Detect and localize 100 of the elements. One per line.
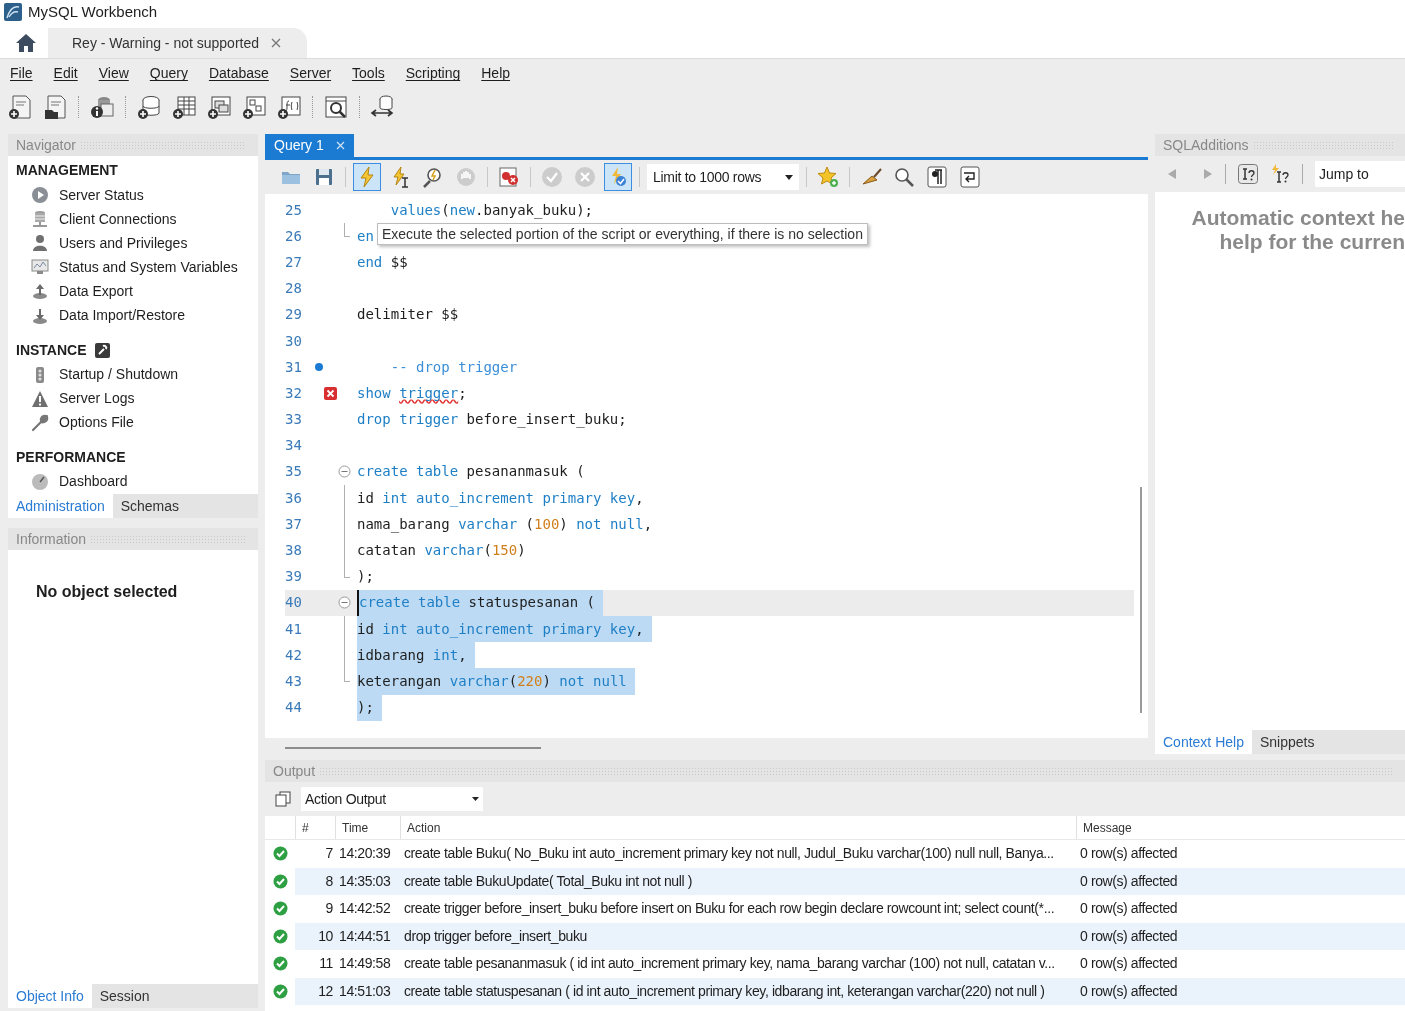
table-cell-text: 14:42:52 [338, 899, 392, 919]
line-number: 43 [285, 671, 303, 691]
column-header[interactable]: # [295, 816, 335, 839]
manual-help-icon[interactable] [1238, 164, 1258, 184]
table-cell-text: 0 row(s) affected [1079, 926, 1179, 946]
line-number: 25 [285, 200, 303, 220]
navigator-item[interactable]: Options File [16, 410, 250, 435]
output-mode-dropdown[interactable]: Action Output [301, 787, 483, 811]
window-title: MySQL Workbench [28, 1, 158, 22]
table-cell-text: create table pesananmasuk ( id int auto_increment primary key, nama_barang varchar (100) not null, catatan v... [403, 954, 1056, 974]
panel-tab[interactable]: Administration [8, 494, 113, 518]
table-cell-text: 14:49:58 [338, 954, 392, 974]
panel-tab[interactable]: Object Info [8, 984, 92, 1008]
navigator-item[interactable]: Client Connections [16, 207, 250, 232]
menu-item[interactable]: Tools [352, 63, 385, 84]
panel-title: Information [16, 529, 87, 549]
info-message: No object selected [36, 582, 179, 602]
scrollbar-thumb[interactable] [285, 747, 541, 749]
dropdown-arrow-icon [472, 797, 479, 801]
menu-item[interactable]: Query [149, 63, 188, 84]
tab-label: Rey - Warning - not supported [72, 33, 259, 53]
table-cell-text: 10 [317, 926, 334, 946]
table-cell-text: 0 row(s) affected [1079, 981, 1179, 1001]
navigator-item[interactable]: Status and System Variables [16, 255, 250, 280]
new-table-icon[interactable] [171, 94, 197, 120]
panel-title: Navigator [16, 135, 76, 155]
menu-item[interactable]: Database [208, 63, 269, 84]
menu-item[interactable]: Scripting [405, 63, 461, 84]
column-header[interactable]: Action [400, 816, 1076, 839]
table-cell-text: 0 row(s) affected [1079, 871, 1179, 891]
schema-info-icon[interactable] [89, 94, 115, 120]
menu-item[interactable]: Server [289, 63, 332, 84]
navigator-item[interactable]: Data Export [16, 279, 250, 304]
help-text: help for the curren [1219, 230, 1405, 254]
navigator-item[interactable]: Users and Privileges [16, 231, 250, 256]
navigator-item[interactable]: Server Status [16, 183, 250, 208]
table-cell-text: create table statuspesanan ( id int auto_increment primary key, idbarang int, keterangan varchar(220) not null ) [403, 981, 1046, 1001]
column-header[interactable]: Time [335, 816, 400, 839]
search-table-icon[interactable] [323, 94, 349, 120]
scrollbar-thumb[interactable] [1140, 487, 1142, 713]
pilcrow-icon [926, 166, 948, 188]
line-number: 35 [285, 462, 303, 482]
navigator-item[interactable]: Data Import/Restore [16, 303, 250, 328]
connection-tab[interactable]: Rey - Warning - not supported [48, 28, 307, 58]
new-routine-icon[interactable] [241, 94, 267, 120]
fold-toggle-icon[interactable] [338, 464, 351, 478]
section-heading: INSTANCE [16, 340, 87, 360]
new-view-icon[interactable] [206, 94, 232, 120]
line-number: 37 [285, 514, 303, 534]
upload-icon [31, 282, 49, 301]
line-number: 32 [285, 383, 303, 403]
line-number: 30 [285, 331, 303, 351]
navigator-item[interactable]: Server Logs [16, 386, 250, 411]
panel-tab[interactable]: Context Help [1155, 730, 1252, 754]
line-number: 27 [285, 252, 303, 272]
line-number: 36 [285, 488, 303, 508]
table-cell-text: 11 [318, 954, 334, 974]
gauge-icon [31, 472, 49, 491]
table-cell-text: 14:35:03 [338, 871, 392, 891]
reconnect-icon[interactable] [370, 94, 396, 120]
navigator-item[interactable]: Dashboard [16, 469, 250, 494]
close-icon[interactable] [271, 38, 281, 48]
monitor-icon [31, 258, 49, 277]
stop-on-error-icon [498, 166, 520, 188]
user-icon [31, 234, 49, 253]
play-circle-icon [31, 186, 49, 205]
table-cell-text: 8 [324, 871, 334, 891]
menu-item[interactable]: Edit [53, 63, 78, 84]
table-cell-text: 14:20:39 [338, 844, 392, 864]
line-number: 44 [285, 698, 303, 718]
menu-item[interactable]: File [10, 63, 33, 84]
query-tab[interactable]: Query 1 [265, 134, 354, 157]
navigator-item[interactable]: Startup / Shutdown [16, 362, 250, 387]
table-cell-text: 14:44:51 [338, 926, 392, 946]
check-circle-icon [541, 166, 563, 188]
limit-dropdown[interactable]: Limit to 1000 rows [647, 164, 799, 190]
warning-icon [31, 389, 49, 408]
table-cell-text: 0 row(s) affected [1079, 899, 1179, 919]
auto-help-icon[interactable] [1270, 164, 1290, 184]
line-number: 26 [285, 226, 303, 246]
new-function-icon[interactable] [276, 94, 302, 120]
help-text: Automatic context he [1191, 206, 1405, 230]
open-file-icon[interactable] [42, 94, 68, 120]
jump-to-dropdown[interactable]: Jump to [1315, 161, 1405, 187]
menu-item[interactable]: Help [481, 63, 511, 84]
new-file-icon[interactable] [7, 94, 33, 120]
cancel-circle-icon [574, 166, 596, 188]
fold-toggle-icon[interactable] [338, 595, 351, 609]
table-cell-text: create trigger before_insert_buku before insert on Buku for each row begin declare rowcount int; select count(*... [403, 899, 1056, 919]
line-number: 31 [285, 357, 303, 377]
line-number: 29 [285, 305, 303, 325]
column-header[interactable]: Message [1076, 816, 1405, 839]
magnifier-icon [893, 166, 915, 188]
app-logo-icon [4, 3, 22, 21]
table-cell-text: 14:51:03 [338, 981, 392, 1001]
menu-item[interactable]: View [98, 63, 129, 84]
copy-icon[interactable] [275, 791, 291, 807]
magnifier-lightning-icon [422, 166, 444, 188]
wrench-icon [94, 342, 110, 358]
new-schema-icon[interactable] [136, 94, 162, 120]
